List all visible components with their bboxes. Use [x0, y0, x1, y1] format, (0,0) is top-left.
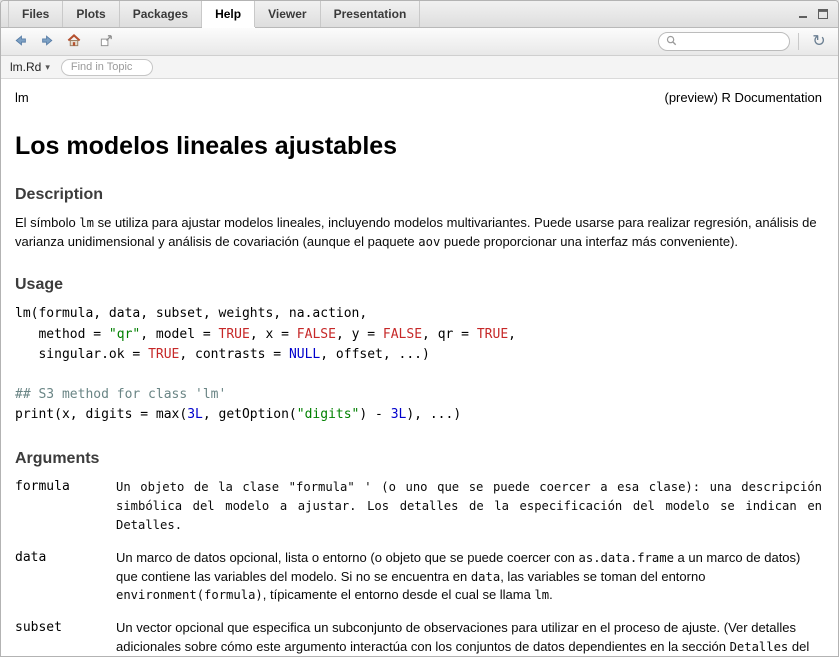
minimize-icon	[798, 7, 808, 22]
doc-type-label: (preview) R Documentation	[664, 90, 822, 105]
argument-row: subsetUn vector opcional que especifica …	[15, 619, 822, 656]
section-heading-arguments: Arguments	[15, 450, 822, 468]
code-line: ## S3 method for class 'lm'	[15, 385, 822, 405]
help-content: lm (preview) R Documentation Los modelos…	[1, 79, 838, 656]
inline-code: Un objeto de la clase "formula" ' (o uno…	[116, 480, 822, 532]
inline-code: Detalles	[730, 640, 789, 654]
section-heading-usage: Usage	[15, 276, 822, 294]
search-icon	[666, 33, 677, 51]
maximize-button[interactable]	[816, 8, 829, 21]
argument-term: data	[15, 549, 116, 605]
help-toolbar: ↻	[1, 28, 838, 56]
chevron-down-icon: ▾	[45, 62, 50, 73]
inline-code: lm	[79, 216, 94, 230]
argument-row: dataUn marco de datos opcional, lista o …	[15, 549, 822, 605]
toolbar-separator	[798, 33, 799, 50]
home-icon	[66, 33, 82, 51]
topic-label: lm.Rd	[10, 60, 41, 74]
inline-code: as.data.frame	[579, 551, 674, 565]
tab-packages[interactable]: Packages	[120, 1, 202, 27]
forward-arrow-icon	[40, 33, 55, 51]
code-line: lm(formula, data, subset, weights, na.ac…	[15, 304, 822, 324]
popout-icon	[99, 33, 114, 51]
code-line: singular.ok = TRUE, contrasts = NULL, of…	[15, 345, 822, 365]
tab-viewer[interactable]: Viewer	[255, 1, 320, 27]
forward-button[interactable]	[35, 31, 59, 53]
arguments-table: formulaUn objeto de la clase "formula" '…	[15, 478, 822, 656]
argument-row: formulaUn objeto de la clase "formula" '…	[15, 478, 822, 535]
refresh-button[interactable]: ↻	[807, 31, 831, 53]
inline-code: lm	[534, 588, 549, 602]
usage-code: lm(formula, data, subset, weights, na.ac…	[15, 304, 822, 425]
topic-bar: lm.Rd ▾	[1, 56, 838, 79]
argument-term: formula	[15, 478, 116, 535]
page-title: Los modelos lineales ajustables	[15, 132, 822, 161]
code-line: print(x, digits = max(3L, getOption("dig…	[15, 405, 822, 425]
popout-button[interactable]	[94, 31, 118, 53]
tab-files[interactable]: Files	[8, 1, 63, 27]
inline-code: aov	[418, 235, 440, 249]
find-in-topic-input[interactable]	[61, 59, 153, 76]
tab-presentation[interactable]: Presentation	[321, 1, 421, 27]
search-box	[658, 32, 790, 51]
search-input[interactable]	[682, 35, 782, 49]
code-line	[15, 365, 822, 385]
back-button[interactable]	[8, 31, 32, 53]
maximize-icon	[818, 7, 828, 22]
pane-tabbar: FilesPlotsPackagesHelpViewerPresentation	[1, 1, 838, 28]
package-label: lm	[15, 90, 29, 105]
topic-selector[interactable]: lm.Rd ▾	[10, 60, 50, 74]
argument-term: subset	[15, 619, 116, 656]
argument-definition: Un vector opcional que especifica un sub…	[116, 619, 822, 656]
inline-code: environment(formula)	[116, 588, 263, 602]
argument-definition: Un marco de datos opcional, lista o ento…	[116, 549, 822, 605]
tab-help[interactable]: Help	[202, 1, 255, 27]
minimize-button[interactable]	[796, 8, 809, 21]
back-arrow-icon	[13, 33, 28, 51]
doc-header: lm (preview) R Documentation	[15, 90, 822, 105]
inline-code: data	[471, 570, 500, 584]
argument-definition: Un objeto de la clase "formula" ' (o uno…	[116, 478, 822, 535]
description-paragraph: El símbolo lm se utiliza para ajustar mo…	[15, 214, 822, 251]
home-button[interactable]	[62, 31, 86, 53]
code-line: method = "qr", model = TRUE, x = FALSE, …	[15, 325, 822, 345]
refresh-icon: ↻	[812, 34, 825, 50]
window-controls	[796, 1, 838, 27]
help-pane: FilesPlotsPackagesHelpViewerPresentation	[0, 0, 839, 657]
section-heading-description: Description	[15, 186, 822, 204]
tab-plots[interactable]: Plots	[63, 1, 119, 27]
pane-tabs: FilesPlotsPackagesHelpViewerPresentation	[8, 1, 420, 27]
